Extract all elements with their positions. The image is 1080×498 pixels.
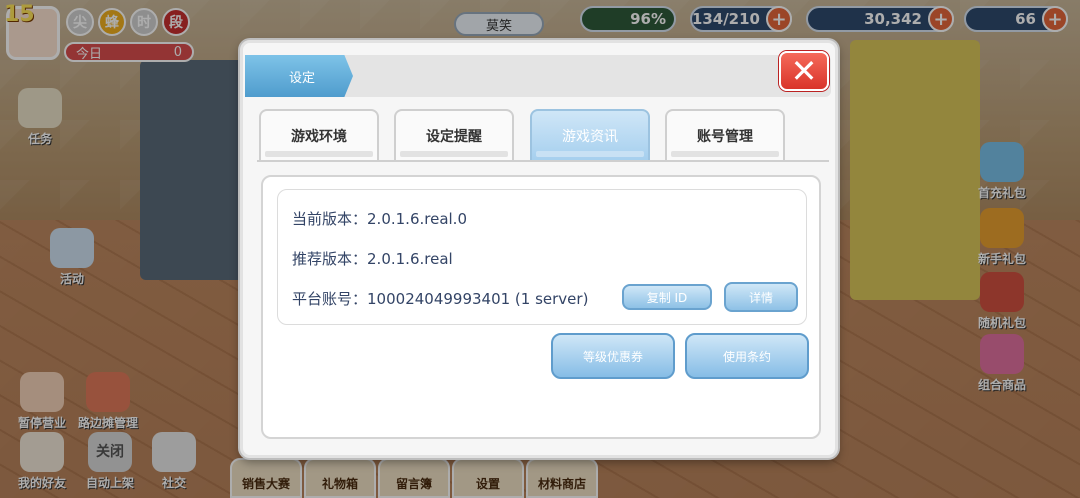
current-version-row: 当前版本：2.0.1.6.real.0 [292, 208, 467, 229]
details-button[interactable]: 详情 [724, 282, 798, 312]
platform-account-row: 平台账号：100024049993401 (1 server) [292, 288, 588, 309]
platform-account-label: 平台账号： [292, 290, 368, 308]
copy-id-button[interactable]: 复制 ID [622, 284, 712, 310]
tab-game-environment[interactable]: 游戏环境 [259, 109, 379, 161]
tab-account-management[interactable]: 账号管理 [665, 109, 785, 161]
version-info-box: 当前版本：2.0.1.6.real.0 推荐版本：2.0.1.6.real 平台… [277, 189, 807, 325]
tab-divider [257, 160, 829, 162]
recommended-version-value: 2.0.1.6.real [367, 250, 453, 268]
recommended-version-label: 推荐版本： [292, 250, 368, 268]
platform-account-value: 100024049993401 (1 server) [367, 290, 589, 308]
game-info-panel: 当前版本：2.0.1.6.real.0 推荐版本：2.0.1.6.real 平台… [261, 175, 821, 439]
current-version-value: 2.0.1.6.real.0 [367, 210, 467, 228]
close-icon: ✕ [790, 52, 818, 90]
dialog-title: 设定 [245, 55, 353, 97]
recommended-version-row: 推荐版本：2.0.1.6.real [292, 248, 453, 269]
tab-reminder-settings[interactable]: 设定提醒 [394, 109, 514, 161]
tab-game-info[interactable]: 游戏资讯 [530, 109, 650, 161]
terms-of-use-button[interactable]: 使用条约 [685, 333, 809, 379]
settings-dialog: 设定 ✕ 游戏环境 设定提醒 游戏资讯 账号管理 当前版本：2.0.1.6.re… [240, 40, 838, 458]
close-button[interactable]: ✕ [779, 51, 829, 91]
current-version-label: 当前版本： [292, 210, 368, 228]
level-coupon-button[interactable]: 等级优惠券 [551, 333, 675, 379]
